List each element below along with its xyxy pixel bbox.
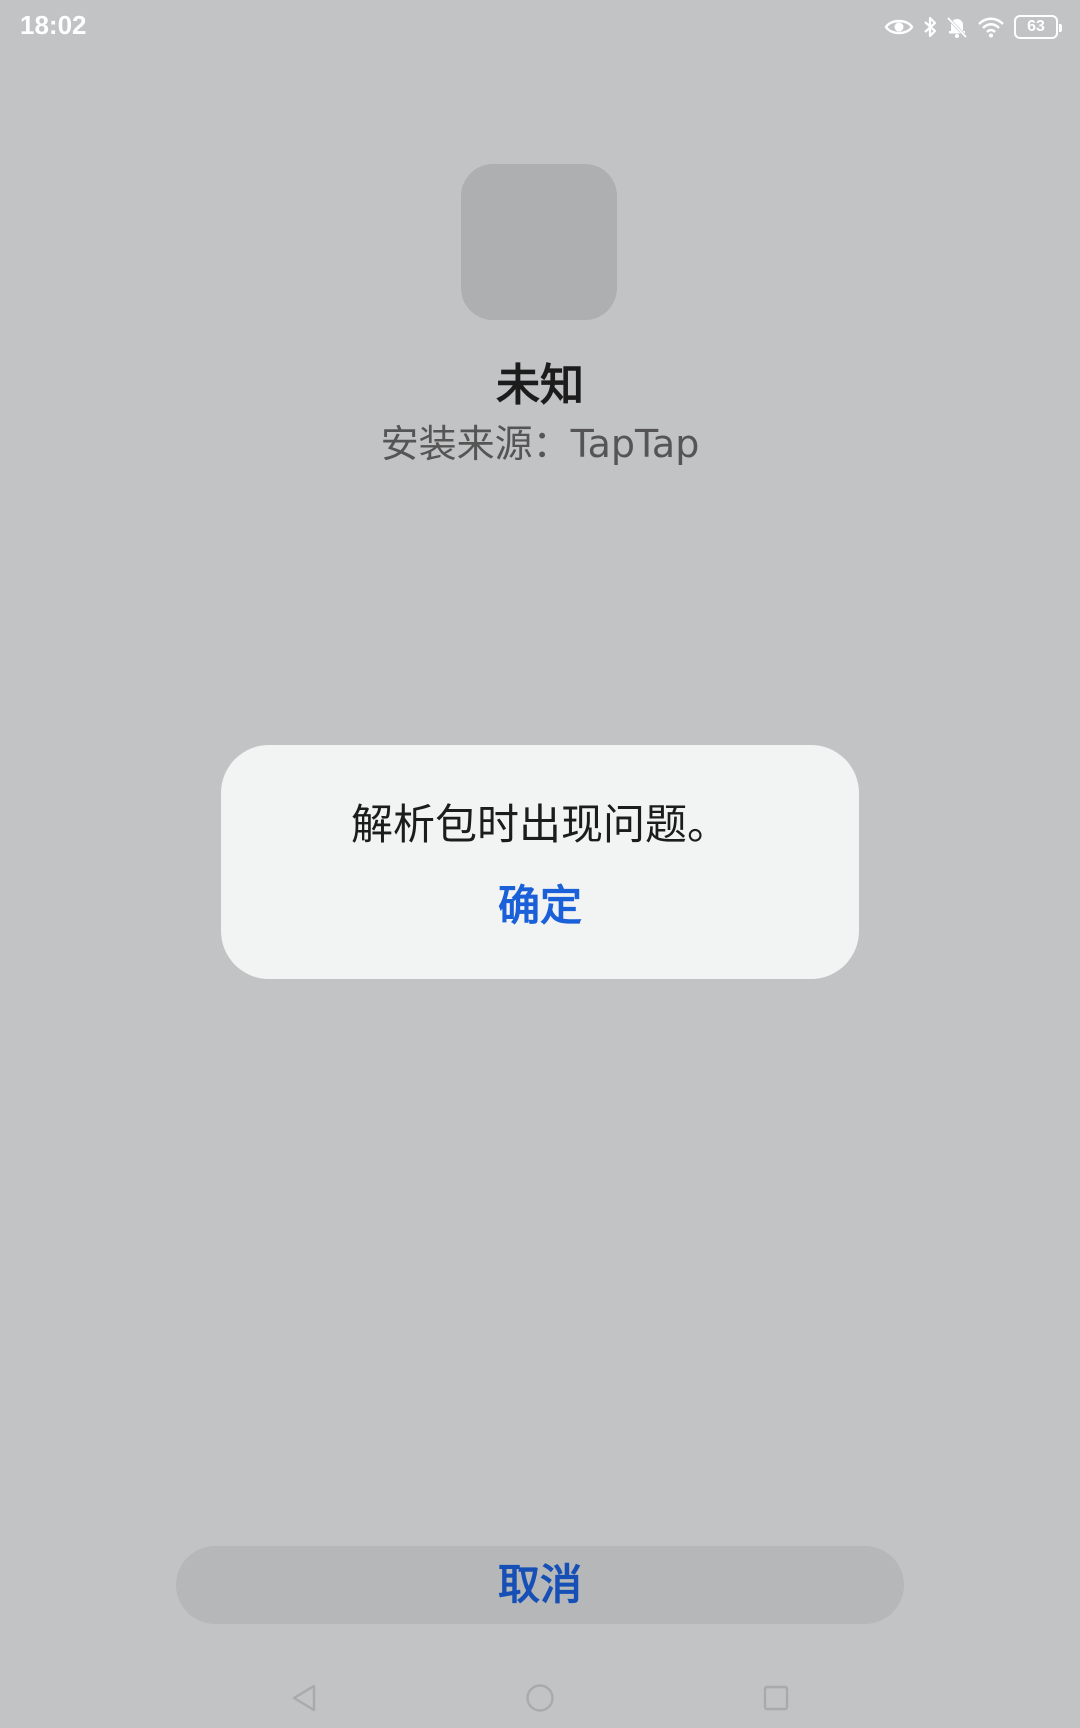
battery-level: 63 [1027,18,1045,35]
status-icons: 63 [884,12,1062,42]
battery-icon: 63 [1014,15,1062,39]
wifi-icon [976,15,1006,39]
bell-muted-icon [946,15,968,39]
cancel-button[interactable]: 取消 [176,1546,904,1624]
status-time: 18:02 [20,10,87,40]
home-button[interactable] [520,1680,560,1720]
bluetooth-icon [922,15,938,39]
status-bar: 18:02 63 [0,0,1080,56]
back-icon [290,1683,318,1717]
app-icon [461,164,617,320]
back-button[interactable] [284,1680,324,1720]
confirm-button[interactable]: 确定 [440,875,640,937]
eye-icon [884,16,914,38]
navigation-bar [0,1670,1080,1728]
install-source: 安装来源：TapTap [380,422,700,466]
error-dialog: 解析包时出现问题。 确定 [221,745,859,979]
dialog-message: 解析包时出现问题。 [350,800,729,849]
home-icon [525,1683,555,1717]
recents-button[interactable] [756,1680,796,1720]
recents-icon [762,1684,790,1716]
app-name: 未知 [496,360,584,411]
